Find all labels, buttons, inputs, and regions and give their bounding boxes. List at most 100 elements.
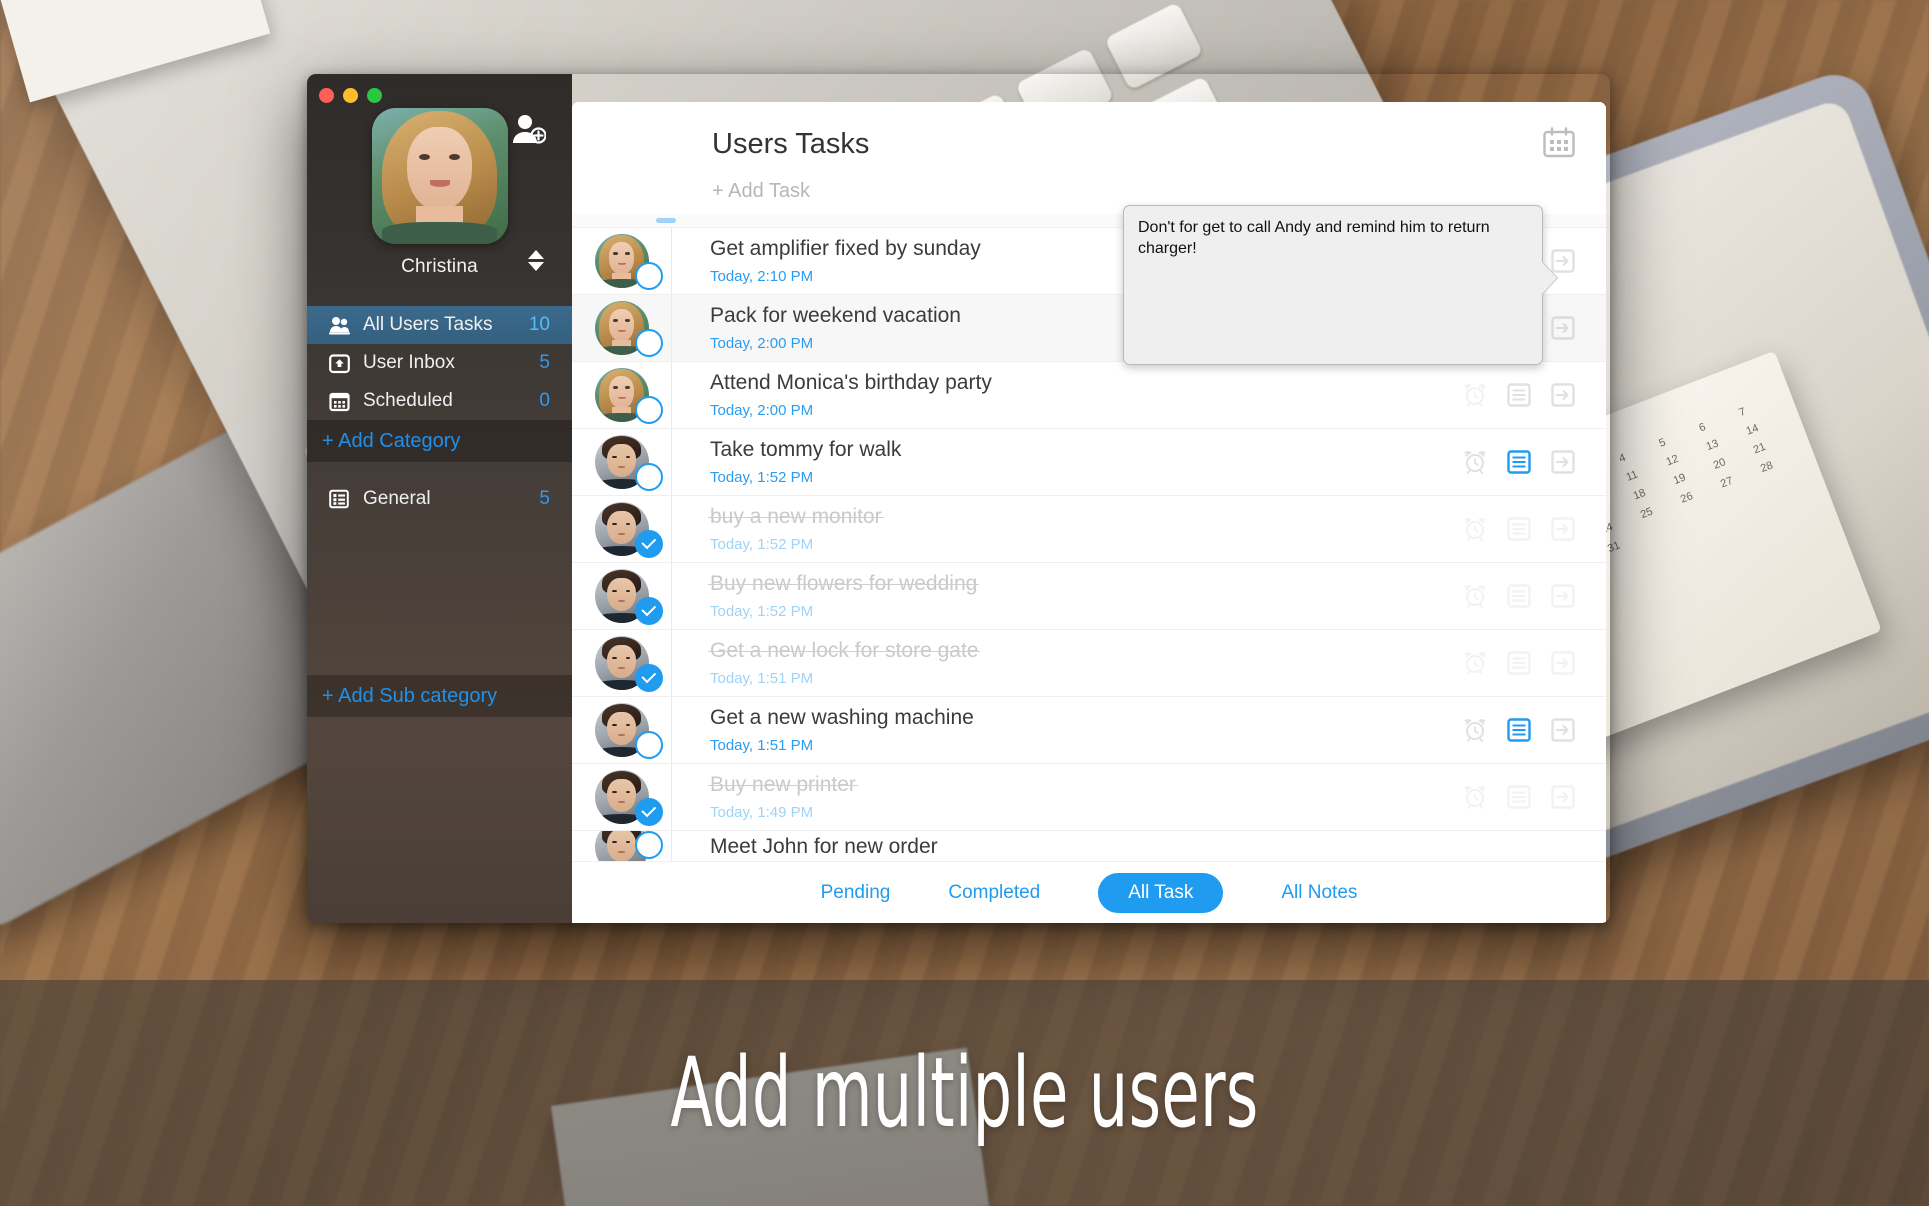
alarm-icon[interactable] — [1462, 784, 1488, 810]
task-title: Get a new washing machine — [710, 706, 974, 729]
note-popover[interactable]: Don't for get to call Andy and remind hi… — [1123, 205, 1543, 365]
forward-icon[interactable] — [1550, 516, 1576, 542]
task-checkbox[interactable] — [635, 530, 663, 558]
forward-icon[interactable] — [1550, 717, 1576, 743]
forward-icon[interactable] — [1550, 834, 1576, 860]
task-avatar-cell — [572, 563, 672, 629]
sidebar-item-all-users-tasks[interactable]: All Users Tasks 10 — [307, 306, 572, 344]
task-avatar-cell — [572, 362, 672, 428]
forward-icon[interactable] — [1550, 382, 1576, 408]
alarm-icon[interactable] — [1462, 834, 1488, 860]
task-row[interactable]: buy a new monitor Today, 1:52 PM — [572, 496, 1606, 563]
task-row[interactable]: Meet John for new order — [572, 831, 1606, 861]
close-window-button[interactable] — [319, 88, 334, 103]
alarm-icon[interactable] — [1462, 583, 1488, 609]
note-icon[interactable] — [1506, 650, 1532, 676]
forward-icon[interactable] — [1550, 449, 1576, 475]
zoom-window-button[interactable] — [367, 88, 382, 103]
task-checkbox[interactable] — [635, 463, 663, 491]
task-checkbox[interactable] — [635, 262, 663, 290]
alarm-icon[interactable] — [1462, 449, 1488, 475]
sidebar-item-general[interactable]: General 5 — [307, 480, 572, 518]
task-title: Pack for weekend vacation — [710, 304, 961, 327]
sidebar: Christina All Users Tasks 10 User Inbox … — [307, 74, 572, 923]
minimize-window-button[interactable] — [343, 88, 358, 103]
task-avatar-cell — [572, 228, 672, 294]
add-sub-category-button[interactable]: + Add Sub category — [307, 675, 572, 717]
task-checkbox[interactable] — [635, 597, 663, 625]
task-time: Today, 1:51 PM — [710, 737, 814, 754]
task-body: Get a new washing machine Today, 1:51 PM — [672, 706, 1462, 754]
task-checkbox[interactable] — [635, 831, 663, 859]
add-task-button[interactable]: + Add Task — [712, 180, 810, 203]
alarm-icon[interactable] — [1462, 717, 1488, 743]
note-icon[interactable] — [1506, 382, 1532, 408]
task-title: Meet John for new order — [710, 835, 938, 858]
task-row[interactable]: Get a new washing machine Today, 1:51 PM — [572, 697, 1606, 764]
alarm-icon[interactable] — [1462, 650, 1488, 676]
task-actions — [1462, 583, 1606, 609]
task-checkbox[interactable] — [635, 396, 663, 424]
task-actions — [1462, 449, 1606, 475]
task-title: Get amplifier fixed by sunday — [710, 237, 981, 260]
task-row[interactable]: Buy new flowers for wedding Today, 1:52 P… — [572, 563, 1606, 630]
task-avatar-cell — [572, 697, 672, 763]
task-checkbox[interactable] — [635, 798, 663, 826]
user-stepper-icon[interactable] — [528, 250, 544, 271]
task-avatar-cell — [572, 496, 672, 562]
note-icon[interactable] — [1506, 516, 1532, 542]
sidebar-item-scheduled[interactable]: Scheduled 0 — [307, 382, 572, 420]
sidebar-nav: All Users Tasks 10 User Inbox 5 Schedule… — [307, 306, 572, 420]
alarm-icon[interactable] — [1462, 382, 1488, 408]
task-time: Today, 1:49 PM — [710, 804, 814, 821]
stepper-down-caret[interactable] — [528, 262, 544, 271]
all-users-tasks-icon — [327, 314, 351, 336]
app-window: Christina All Users Tasks 10 User Inbox … — [307, 74, 1610, 923]
task-body: Buy new flowers for wedding Today, 1:52 P… — [672, 572, 1462, 620]
task-avatar-cell — [572, 630, 672, 696]
filter-all-task[interactable]: All Task — [1098, 872, 1224, 913]
task-avatar-cell — [572, 831, 672, 861]
task-body: Buy new printer Today, 1:49 PM — [672, 773, 1462, 821]
avatar[interactable] — [371, 108, 508, 244]
task-title: Buy new printer — [708, 773, 858, 796]
sidebar-item-count: 0 — [539, 390, 550, 411]
note-icon[interactable] — [1506, 449, 1532, 475]
forward-icon[interactable] — [1550, 650, 1576, 676]
window-traffic-lights[interactable] — [319, 88, 382, 103]
task-row[interactable]: Get a new lock for store gate Today, 1:51… — [572, 630, 1606, 697]
task-title: buy a new monitor — [708, 505, 884, 528]
task-row[interactable]: Attend Monica's birthday party Today, 2:0… — [572, 362, 1606, 429]
forward-icon[interactable] — [1550, 315, 1576, 341]
task-time: Today, 1:52 PM — [710, 603, 814, 620]
category-list: General 5 — [307, 480, 572, 518]
task-body: Meet John for new order — [672, 835, 1462, 859]
task-avatar-cell — [572, 429, 672, 495]
filter-completed[interactable]: Completed — [948, 882, 1040, 904]
inbox-icon — [327, 352, 351, 374]
task-body: Attend Monica's birthday party Today, 2:0… — [672, 371, 1462, 419]
task-checkbox[interactable] — [635, 731, 663, 759]
note-icon[interactable] — [1506, 583, 1532, 609]
forward-icon[interactable] — [1550, 583, 1576, 609]
calendar-icon[interactable] — [1542, 127, 1576, 164]
task-row[interactable]: Buy new printer Today, 1:49 PM — [572, 764, 1606, 831]
task-actions — [1462, 650, 1606, 676]
filter-pending[interactable]: Pending — [821, 882, 891, 904]
task-checkbox[interactable] — [635, 664, 663, 692]
add-sub-category-label: + Add Sub category — [322, 684, 498, 707]
task-actions — [1462, 784, 1606, 810]
note-icon[interactable] — [1506, 717, 1532, 743]
add-user-icon[interactable] — [512, 114, 547, 149]
alarm-icon[interactable] — [1462, 516, 1488, 542]
task-row[interactable]: Take tommy for walk Today, 1:52 PM — [572, 429, 1606, 496]
sidebar-item-user-inbox[interactable]: User Inbox 5 — [307, 344, 572, 382]
note-icon[interactable] — [1506, 784, 1532, 810]
stepper-up-caret[interactable] — [528, 250, 544, 259]
add-category-button[interactable]: + Add Category — [307, 420, 572, 462]
task-checkbox[interactable] — [635, 329, 663, 357]
forward-icon[interactable] — [1550, 784, 1576, 810]
sidebar-item-label: User Inbox — [363, 352, 455, 373]
filter-all-notes[interactable]: All Notes — [1281, 882, 1357, 904]
note-icon[interactable] — [1506, 834, 1532, 860]
